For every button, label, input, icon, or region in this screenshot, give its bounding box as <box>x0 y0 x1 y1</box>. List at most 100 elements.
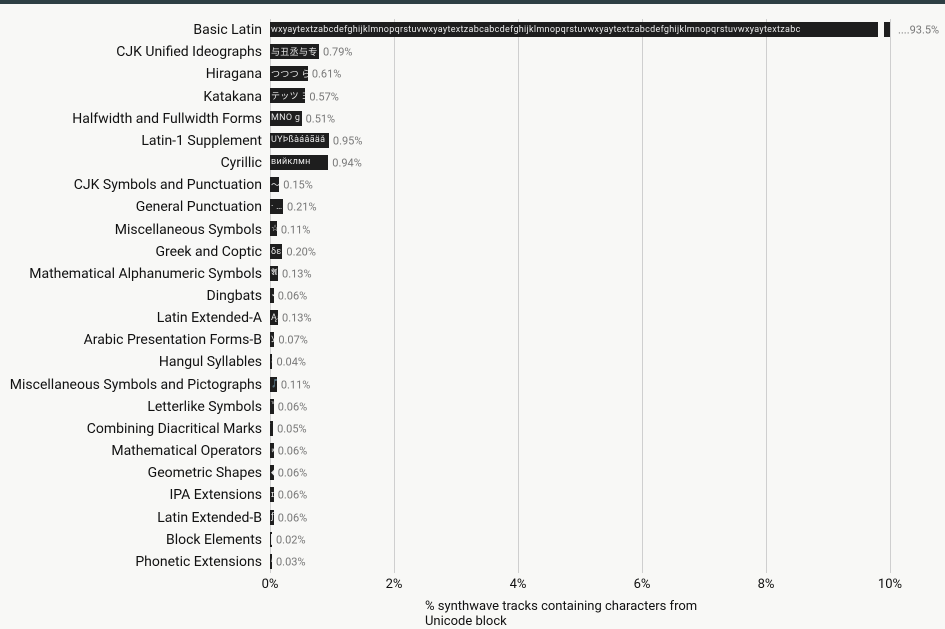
value-label: 0.06% <box>278 289 308 302</box>
bar: ◆ <box>270 465 274 480</box>
bar-row: Cyrillicвийклмн0.94% <box>270 152 890 174</box>
value-label: 0.13% <box>282 267 312 280</box>
bar-glyph-sample: ✓ <box>270 290 274 300</box>
bar-row: Letterlike Symbols™0.06% <box>270 396 890 418</box>
value-label: 0.06% <box>278 400 308 413</box>
bar-row: CJK Symbols and Punctuation〜、0.15% <box>270 174 890 196</box>
bar-row: CJK Unified Ideographs与丑丞与专0.79% <box>270 41 890 63</box>
bar: MNO g h i <box>270 111 302 126</box>
bar-glyph-sample: ▌ <box>270 534 272 545</box>
category-label: Halfwidth and Fullwidth Forms <box>72 111 262 127</box>
bar: テッツ ヨラリ <box>270 88 305 103</box>
bar: ̃̃̃ <box>270 421 273 436</box>
bar-row: Phonetic Extensionsᵃ0.03% <box>270 551 890 573</box>
bar-row: General Punctuation· …0.21% <box>270 196 890 218</box>
bar: Ąą <box>270 310 278 325</box>
bar-glyph-sample: つつつ らりる <box>270 67 308 80</box>
category-label: Phonetic Extensions <box>135 554 262 570</box>
bar-glyph-sample: δε Ͻε <box>270 246 282 257</box>
bar-glyph-sample: MNO g h i <box>270 113 302 123</box>
bar-row: Basic Latinwxyaytextzabcdefghijklmnopqrs… <box>270 19 890 41</box>
category-label: Miscellaneous Symbols <box>115 222 262 238</box>
bar: ✓ <box>270 288 274 303</box>
bar-row: Block Elements▌0.02% <box>270 529 890 551</box>
category-label: Basic Latin <box>193 22 262 38</box>
category-label: Latin Extended-A <box>157 310 262 326</box>
bar-row: Greek and Copticδε Ͻε0.20% <box>270 241 890 263</box>
category-label: Mathematical Operators <box>111 443 262 459</box>
bar: 〜、 <box>270 177 279 192</box>
bar-glyph-sample: вийклмн <box>270 157 311 167</box>
bar: ▌ <box>270 532 272 547</box>
axis-break-icon <box>878 22 884 37</box>
bar-row: Arabic Presentation Forms-Bﻼ0.07% <box>270 329 890 351</box>
bar-glyph-sample: 🎵 <box>270 379 277 389</box>
plot-area: % synthwave tracks containing characters… <box>270 19 890 573</box>
value-label: 0.07% <box>278 334 308 347</box>
value-label: 0.79% <box>323 46 353 59</box>
x-tick-label: 2% <box>386 577 403 592</box>
bar-row: Latin-1 SupplementÜÝÞßàáâãäå0.95% <box>270 130 890 152</box>
bar: 각 <box>270 354 272 369</box>
value-label: 0.06% <box>278 511 308 524</box>
bar-row: Dingbats✓0.06% <box>270 285 890 307</box>
bar-row: Halfwidth and Fullwidth FormsMNO g h i0.… <box>270 108 890 130</box>
bar-glyph-sample: 〜、 <box>270 178 279 191</box>
bar: ÜÝÞßàáâãäå <box>270 133 329 148</box>
x-tick-label: 0% <box>262 577 279 592</box>
category-label: Mathematical Alphanumeric Symbols <box>29 266 262 282</box>
bar: ᵃ <box>270 554 272 569</box>
category-label: Latin-1 Supplement <box>141 133 262 149</box>
bar: вийклмн <box>270 155 328 170</box>
value-label: 0.03% <box>276 555 306 568</box>
bar-glyph-sample: ÜÝÞßàáâãäå <box>270 135 325 145</box>
bar-glyph-sample: ™ <box>270 401 274 411</box>
bar-row: Hangul Syllables각0.04% <box>270 351 890 373</box>
category-label: General Punctuation <box>136 199 262 215</box>
bar: wxyaytextzabcdefghijklmnopqrstuvwxyaytex… <box>270 22 890 37</box>
value-label: 0.06% <box>278 489 308 502</box>
category-label: Greek and Coptic <box>155 244 262 260</box>
bar-glyph-sample: ƒ <box>270 512 274 522</box>
bar-row: IPA Extensionsɪ0.06% <box>270 484 890 506</box>
category-label: Katakana <box>203 89 262 105</box>
bar: ™ <box>270 399 274 414</box>
value-label: 0.95% <box>333 134 363 147</box>
value-label: 0.04% <box>276 356 306 369</box>
bar: 与丑丞与专 <box>270 44 319 59</box>
bar-row: Geometric Shapes◆0.06% <box>270 462 890 484</box>
category-label: Geometric Shapes <box>148 465 262 481</box>
bar-glyph-sample: ﻼ <box>270 335 274 345</box>
value-label: 0.20% <box>286 245 316 258</box>
bar: ɪ <box>270 487 274 502</box>
bar-glyph-sample: ɪ <box>270 489 274 500</box>
category-label: CJK Symbols and Punctuation <box>74 177 262 193</box>
x-tick-label: 6% <box>634 577 651 592</box>
bar-glyph-sample: Ąą <box>270 313 278 323</box>
bar: 🎵 <box>270 377 277 392</box>
category-label: Latin Extended-B <box>157 510 262 526</box>
bar: δε Ͻε <box>270 244 282 259</box>
bar-glyph-sample: ☆★ <box>270 224 277 234</box>
value-label: 0.94% <box>332 157 362 170</box>
category-label: CJK Unified Ideographs <box>116 44 262 60</box>
bar-row: Combining Diacritical Marks̃̃̃0.05% <box>270 418 890 440</box>
bar-row: Mathematical Alphanumeric Symbols𝕬𝕭0.13% <box>270 263 890 285</box>
value-label: 0.06% <box>278 445 308 458</box>
bar: つつつ らりる <box>270 66 308 81</box>
bar: ﻼ <box>270 332 274 347</box>
x-tick-label: 10% <box>878 577 902 592</box>
category-label: Block Elements <box>166 532 262 548</box>
category-label: Miscellaneous Symbols and Pictographs <box>10 377 262 393</box>
value-label: 0.15% <box>283 179 313 192</box>
value-label: 0.57% <box>309 90 339 103</box>
bar-glyph-sample: · … <box>270 202 283 212</box>
bar-glyph-sample: wxyaytextzabcdefghijklmnopqrstuvwxyaytex… <box>270 25 801 35</box>
bar-row: Latin Extended-Bƒ0.06% <box>270 507 890 529</box>
category-label: Letterlike Symbols <box>147 399 262 415</box>
x-axis-label: % synthwave tracks containing characters… <box>425 599 735 629</box>
bar: ☆★ <box>270 221 277 236</box>
bar-row: Hiraganaつつつ らりる0.61% <box>270 63 890 85</box>
value-label: 0.05% <box>277 422 307 435</box>
bar: 𝕬𝕭 <box>270 266 278 281</box>
